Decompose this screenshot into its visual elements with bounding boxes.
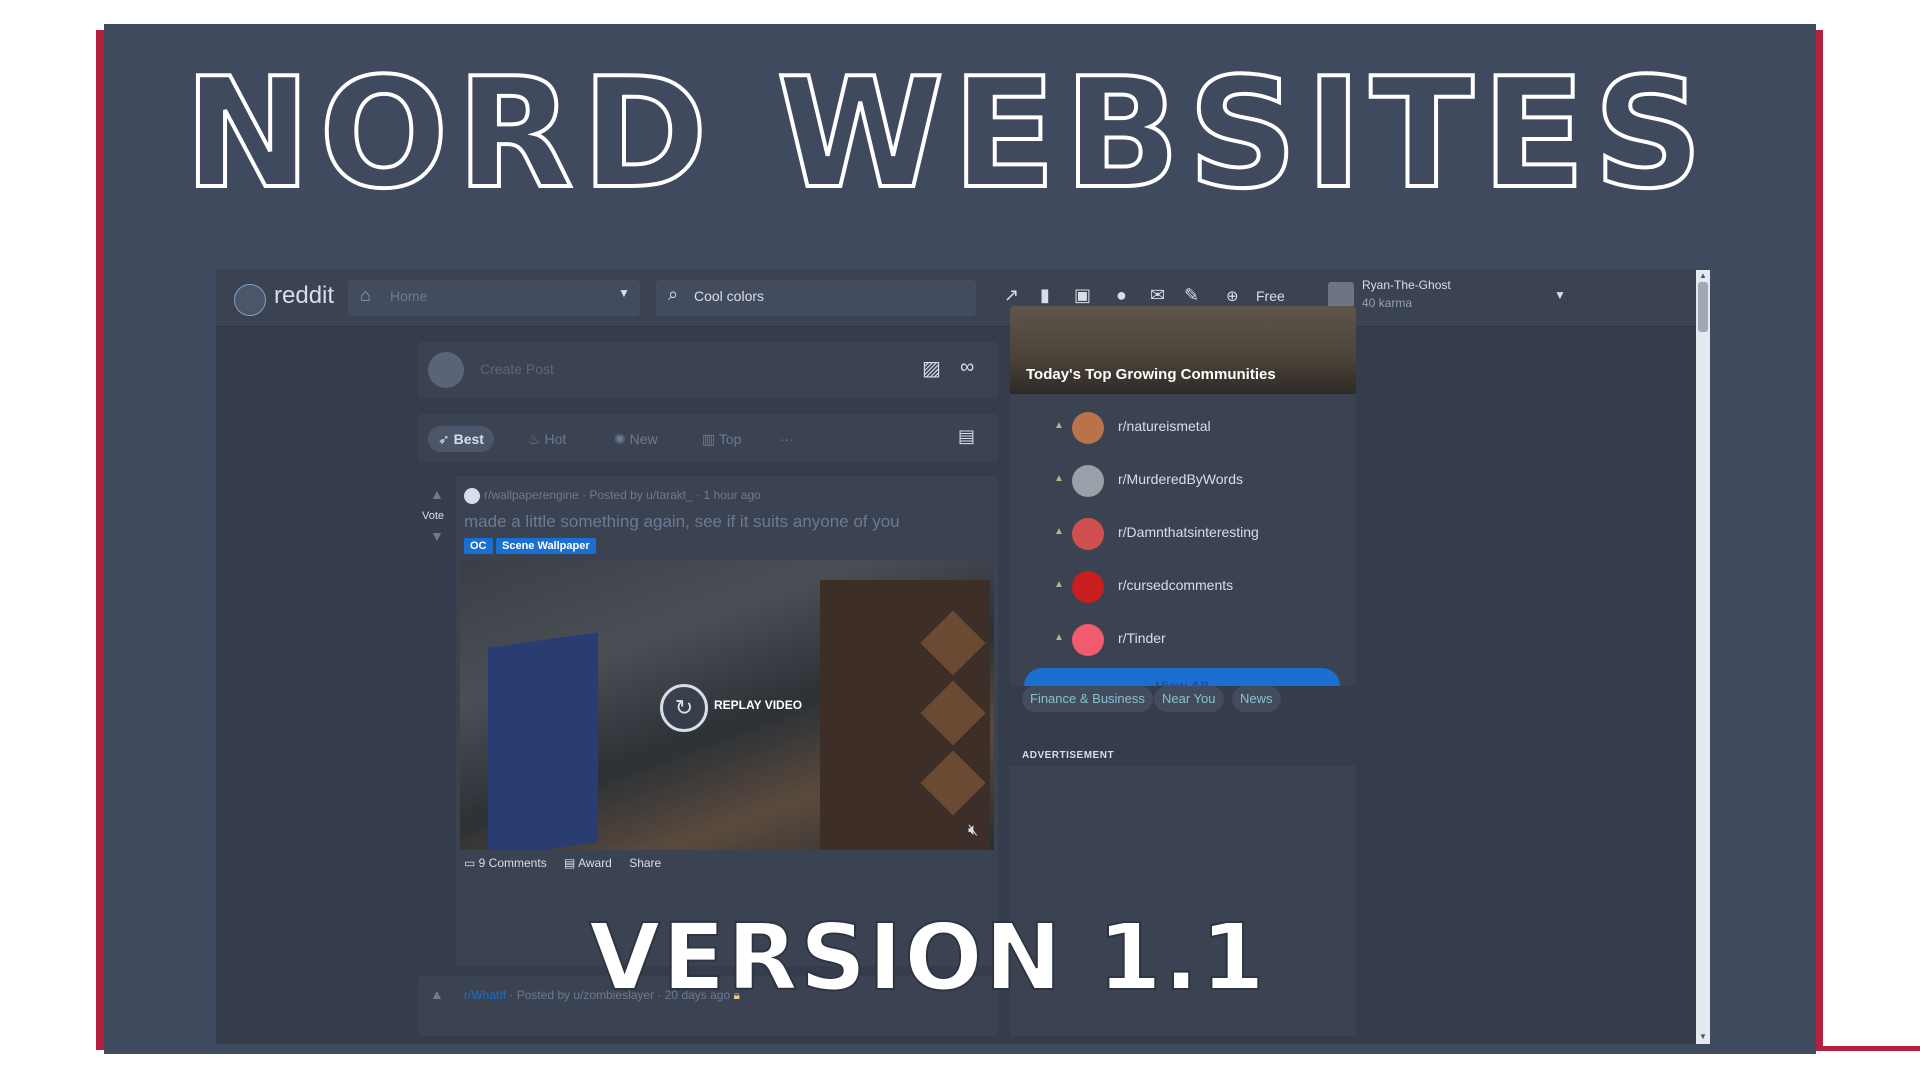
stats-icon[interactable]: ▮ xyxy=(1040,285,1050,306)
subreddit-icon[interactable] xyxy=(464,488,480,504)
replay-icon[interactable]: ↻ xyxy=(660,684,708,732)
sort-best[interactable]: ➶ Best xyxy=(428,426,494,452)
coins-icon: ⊕ xyxy=(1226,288,1239,305)
trending-icon[interactable]: ↗ xyxy=(1004,285,1019,306)
community-row[interactable]: ▲ r/MurderedByWords xyxy=(1010,455,1356,507)
community-icon[interactable] xyxy=(1072,465,1104,497)
community-row[interactable]: ▲ r/Damnthatsinteresting xyxy=(1010,508,1356,560)
reddit-logo-icon[interactable] xyxy=(234,284,266,316)
username[interactable]: Ryan-The-Ghost xyxy=(1362,278,1451,292)
sort-hot[interactable]: ♨ Hot xyxy=(518,426,576,452)
free-coins-button[interactable]: Free xyxy=(1256,288,1285,304)
view-all-button[interactable]: View All xyxy=(1024,668,1340,686)
community-row[interactable]: ▲ r/Tinder xyxy=(1010,614,1356,666)
communities-title: Today's Top Growing Communities xyxy=(1026,366,1276,383)
upvote-icon[interactable]: ▲ xyxy=(430,486,444,502)
community-name[interactable]: r/MurderedByWords xyxy=(1118,471,1243,487)
replay-label[interactable]: REPLAY VIDEO xyxy=(714,698,802,712)
comment-icon: ▭ xyxy=(464,856,479,870)
rank-up-icon: ▲ xyxy=(1054,420,1064,431)
award-button[interactable]: Award xyxy=(578,856,612,870)
chip-finance-business[interactable]: Finance & Business xyxy=(1022,686,1153,712)
promo-banner: NORD WEBSITES reddit ⌂ Home ▼ ⌕ Cool col… xyxy=(104,24,1816,1054)
award-icon: ▤ xyxy=(564,856,579,870)
top-navigation-bar: reddit ⌂ Home ▼ ⌕ Cool colors ↗ ▮ ▣ ● ✉ … xyxy=(216,270,1696,327)
avatar[interactable] xyxy=(1328,282,1354,308)
top-communities-card: Today's Top Growing Communities ▲ r/natur… xyxy=(1010,306,1356,686)
scroll-up-icon[interactable]: ▲ xyxy=(1699,271,1707,280)
scrollbar[interactable]: ▲ ▼ xyxy=(1696,270,1710,1044)
community-icon[interactable] xyxy=(1072,412,1104,444)
community-name[interactable]: r/natureismetal xyxy=(1118,418,1211,434)
post-card[interactable]: ▲ Vote ▼ r/wallpaperengine · Posted by u… xyxy=(418,476,998,966)
rank-up-icon: ▲ xyxy=(1054,632,1064,643)
home-icon: ⌂ xyxy=(360,285,371,305)
rank-up-icon: ▲ xyxy=(1054,473,1064,484)
bar-chart-icon: ▥ xyxy=(702,431,719,447)
version-label: VERSION 1.1 xyxy=(588,903,1267,1012)
search-icon: ⌕ xyxy=(668,284,679,304)
chip-news[interactable]: News xyxy=(1232,686,1281,712)
rank-up-icon: ▲ xyxy=(1054,526,1064,537)
post-title[interactable]: made a little something again, see if it… xyxy=(464,512,900,532)
community-row[interactable]: ▲ r/cursedcomments xyxy=(1010,561,1356,613)
flame-icon: ♨ xyxy=(528,431,545,447)
vote-count: Vote xyxy=(422,510,445,522)
community-name[interactable]: r/Tinder xyxy=(1118,630,1166,646)
advertisement-label: ADVERTISEMENT xyxy=(1022,750,1115,761)
post-actions: ▭ 9 Comments ▤ Award Share xyxy=(464,856,661,870)
community-name[interactable]: r/cursedcomments xyxy=(1118,577,1233,593)
create-post-input[interactable]: Create Post xyxy=(480,361,554,377)
card-view-icon[interactable]: ▤ xyxy=(958,426,975,447)
sort-more-button[interactable]: ··· xyxy=(770,426,804,452)
scroll-down-icon[interactable]: ▼ xyxy=(1699,1032,1707,1041)
video-icon[interactable]: ▣ xyxy=(1074,285,1091,306)
upvote-icon[interactable]: ▲ xyxy=(430,986,444,1002)
user-menu-chevron-icon[interactable]: ▼ xyxy=(1554,288,1566,302)
banner-title: NORD WEBSITES xyxy=(182,45,1711,222)
flair-scene-wallpaper: Scene Wallpaper xyxy=(496,538,596,554)
community-icon[interactable] xyxy=(1072,624,1104,656)
mail-icon[interactable]: ✉ xyxy=(1150,285,1165,306)
sort-top[interactable]: ▥ Top xyxy=(692,426,751,452)
video-player[interactable]: ↻ REPLAY VIDEO 🔇︎ xyxy=(460,560,994,850)
video-scene-banner xyxy=(488,632,598,850)
sun-icon: ✺ xyxy=(614,431,630,447)
community-row[interactable]: ▲ r/natureismetal xyxy=(1010,402,1356,454)
community-icon[interactable] xyxy=(1072,571,1104,603)
create-post-bar: Create Post ▨ ∞ xyxy=(418,342,998,398)
link-icon[interactable]: ∞ xyxy=(960,356,974,379)
karma-count: 40 karma xyxy=(1362,296,1413,310)
chat-icon[interactable]: ● xyxy=(1116,285,1127,306)
reddit-wordmark[interactable]: reddit xyxy=(274,282,334,310)
flair-oc: OC xyxy=(464,538,493,554)
chevron-down-icon: ▼ xyxy=(618,286,630,300)
search-value: Cool colors xyxy=(694,288,765,304)
vote-column: ▲ Vote ▼ xyxy=(418,476,456,966)
chip-near-you[interactable]: Near You xyxy=(1154,686,1224,712)
post-meta: r/wallpaperengine · Posted by u/tarakt_ … xyxy=(464,488,761,504)
pencil-icon[interactable]: ✎ xyxy=(1184,285,1199,306)
subreddit-link[interactable]: r/WhatIf xyxy=(464,988,506,1002)
subreddit-link[interactable]: r/wallpaperengine xyxy=(484,488,579,502)
mute-icon[interactable]: 🔇︎ xyxy=(968,822,978,840)
share-button[interactable]: Share xyxy=(629,856,661,870)
downvote-icon[interactable]: ▼ xyxy=(430,528,444,544)
sort-new[interactable]: ✺ New xyxy=(604,426,668,452)
avatar xyxy=(428,352,464,388)
community-icon[interactable] xyxy=(1072,518,1104,550)
comments-button[interactable]: 9 Comments xyxy=(479,856,547,870)
post-author: · Posted by u/tarakt_ · 1 hour ago xyxy=(582,488,761,503)
sort-bar: ➶ Best ♨ Hot ✺ New ▥ Top ··· ▤ xyxy=(418,414,998,462)
rocket-icon: ➶ xyxy=(438,431,454,447)
rank-up-icon: ▲ xyxy=(1054,579,1064,590)
home-dropdown-label: Home xyxy=(390,288,428,304)
scrollbar-thumb[interactable] xyxy=(1698,282,1708,332)
image-icon[interactable]: ▨ xyxy=(922,356,941,381)
community-name[interactable]: r/Damnthatsinteresting xyxy=(1118,524,1259,540)
frame-accent-bottom xyxy=(1814,1046,1920,1051)
